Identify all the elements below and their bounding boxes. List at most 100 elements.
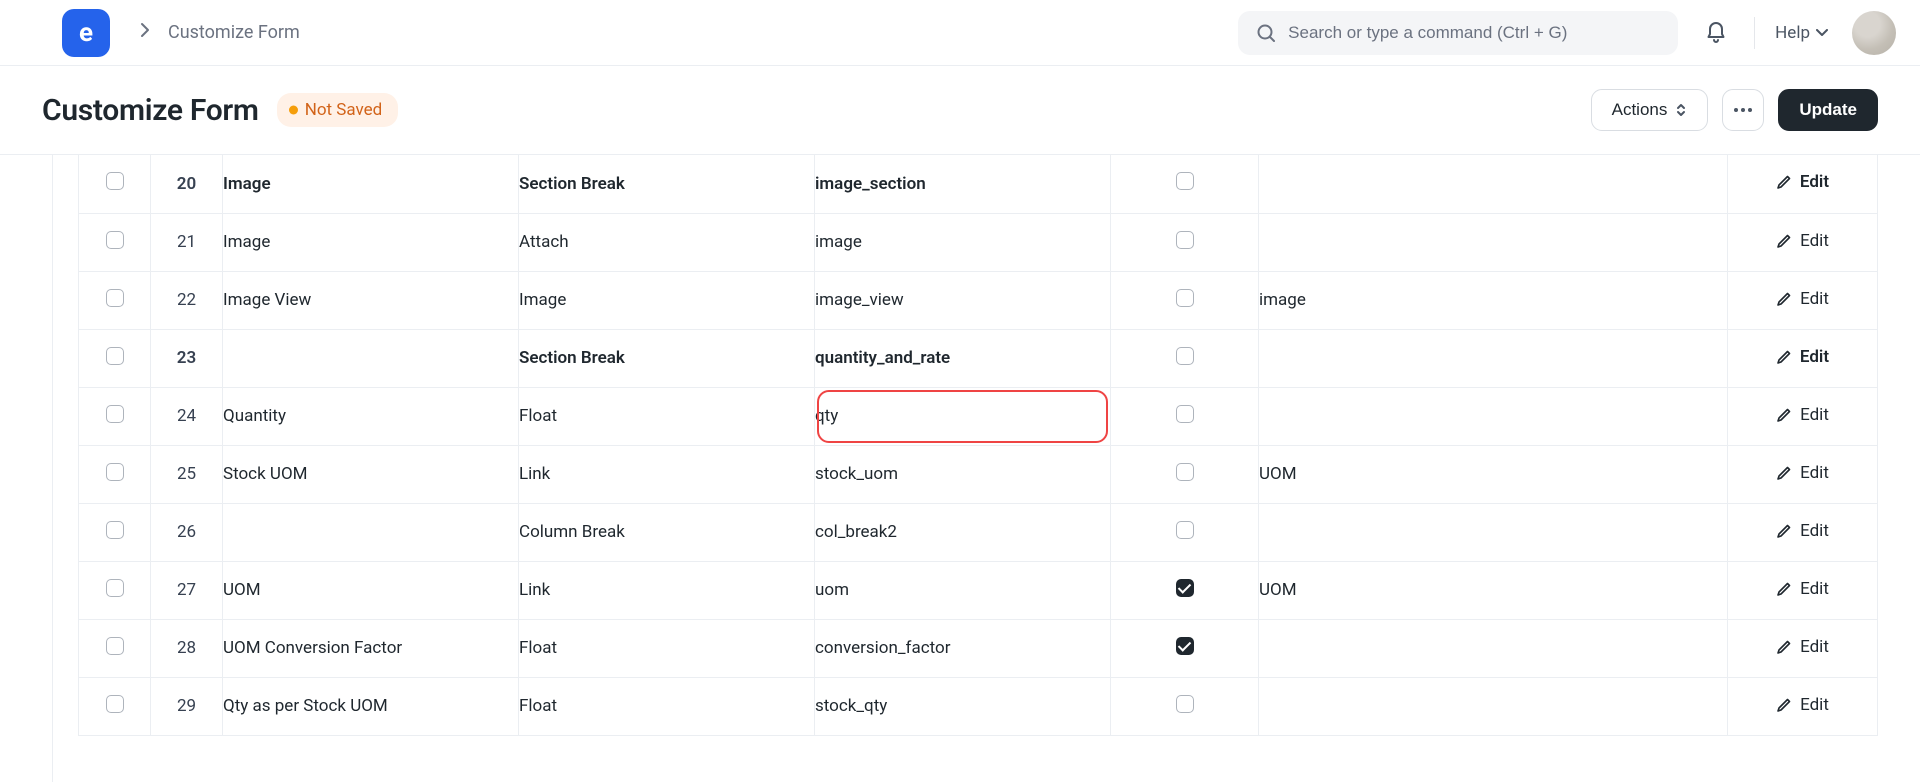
actions-menu[interactable]: Actions bbox=[1591, 89, 1709, 131]
row-fieldtype: Section Break bbox=[519, 329, 815, 387]
row-select-checkbox[interactable] bbox=[106, 289, 124, 307]
pencil-icon bbox=[1776, 233, 1792, 249]
row-select-checkbox[interactable] bbox=[106, 637, 124, 655]
row-fieldtype: Image bbox=[519, 271, 815, 329]
row-options bbox=[1259, 155, 1728, 213]
row-fieldtype: Float bbox=[519, 677, 815, 735]
row-edit-button[interactable]: Edit bbox=[1776, 289, 1829, 309]
row-label: Qty as per Stock UOM bbox=[223, 677, 519, 735]
highlight-ring bbox=[817, 390, 1108, 443]
row-fieldname: qty bbox=[815, 387, 1111, 445]
edit-label: Edit bbox=[1800, 637, 1829, 657]
table-row[interactable]: 23 Section Breakquantity_and_rate Edit bbox=[79, 329, 1878, 387]
pencil-icon bbox=[1776, 639, 1792, 655]
table-row[interactable]: 26Column Breakcol_break2Edit bbox=[79, 503, 1878, 561]
row-fieldname: col_break2 bbox=[815, 503, 1111, 561]
status-badge: Not Saved bbox=[277, 93, 399, 127]
row-edit-button[interactable]: Edit bbox=[1776, 521, 1829, 541]
row-edit-button[interactable]: Edit bbox=[1776, 637, 1829, 657]
row-flag-checkbox[interactable] bbox=[1176, 637, 1194, 655]
help-menu[interactable]: Help bbox=[1775, 23, 1828, 43]
row-edit-button[interactable]: Edit bbox=[1776, 347, 1829, 367]
row-flag-checkbox[interactable] bbox=[1176, 347, 1194, 365]
row-index: 29 bbox=[151, 677, 223, 735]
avatar[interactable] bbox=[1852, 11, 1896, 55]
breadcrumb[interactable]: Customize Form bbox=[168, 22, 300, 43]
app-logo[interactable]: e bbox=[62, 9, 110, 57]
tree-gutter bbox=[52, 155, 53, 782]
row-label: Image View bbox=[223, 271, 519, 329]
row-label: Image bbox=[223, 155, 519, 213]
table-row[interactable]: 29Qty as per Stock UOMFloatstock_qty Edit bbox=[79, 677, 1878, 735]
table-row[interactable]: 20ImageSection Breakimage_sectionEdit bbox=[79, 155, 1878, 213]
row-options bbox=[1259, 619, 1728, 677]
edit-label: Edit bbox=[1800, 463, 1829, 483]
row-edit-button[interactable]: Edit bbox=[1776, 172, 1829, 192]
appbar-divider bbox=[1754, 17, 1755, 49]
edit-label: Edit bbox=[1800, 347, 1829, 367]
search-icon bbox=[1256, 23, 1276, 43]
edit-label: Edit bbox=[1800, 579, 1829, 599]
global-search[interactable] bbox=[1238, 11, 1678, 55]
row-flag-checkbox[interactable] bbox=[1176, 231, 1194, 249]
row-edit-button[interactable]: Edit bbox=[1776, 579, 1829, 599]
row-select-checkbox[interactable] bbox=[106, 463, 124, 481]
row-fieldtype: Column Break bbox=[519, 503, 815, 561]
row-fieldname: quantity_and_rate bbox=[815, 329, 1111, 387]
pencil-icon bbox=[1776, 349, 1792, 365]
row-flag-checkbox[interactable] bbox=[1176, 521, 1194, 539]
row-edit-button[interactable]: Edit bbox=[1776, 405, 1829, 425]
table-row[interactable]: 25Stock UOMLinkstock_uomUOMEdit bbox=[79, 445, 1878, 503]
row-fieldtype: Link bbox=[519, 445, 815, 503]
actions-label: Actions bbox=[1612, 100, 1668, 120]
table-row[interactable]: 22Image ViewImageimage_viewimageEdit bbox=[79, 271, 1878, 329]
fields-table-wrap: 20ImageSection Breakimage_sectionEdit21I… bbox=[0, 155, 1920, 736]
row-select-checkbox[interactable] bbox=[106, 231, 124, 249]
row-flag-checkbox[interactable] bbox=[1176, 579, 1194, 597]
row-label: Stock UOM bbox=[223, 445, 519, 503]
edit-label: Edit bbox=[1800, 289, 1829, 309]
row-flag-checkbox[interactable] bbox=[1176, 172, 1194, 190]
edit-label: Edit bbox=[1800, 405, 1829, 425]
row-fieldname: stock_qty bbox=[815, 677, 1111, 735]
row-label bbox=[223, 503, 519, 561]
row-select-checkbox[interactable] bbox=[106, 347, 124, 365]
row-edit-button[interactable]: Edit bbox=[1776, 695, 1829, 715]
update-button[interactable]: Update bbox=[1778, 89, 1878, 131]
pencil-icon bbox=[1776, 465, 1792, 481]
table-row[interactable]: 27UOMLinkuomUOMEdit bbox=[79, 561, 1878, 619]
row-index: 21 bbox=[151, 213, 223, 271]
row-select-checkbox[interactable] bbox=[106, 405, 124, 423]
row-label: UOM Conversion Factor bbox=[223, 619, 519, 677]
row-flag-checkbox[interactable] bbox=[1176, 695, 1194, 713]
table-row[interactable]: 24QuantityFloatqtyEdit bbox=[79, 387, 1878, 445]
row-select-checkbox[interactable] bbox=[106, 172, 124, 190]
row-options bbox=[1259, 213, 1728, 271]
row-fieldname: uom bbox=[815, 561, 1111, 619]
row-select-checkbox[interactable] bbox=[106, 695, 124, 713]
pencil-icon bbox=[1776, 697, 1792, 713]
row-fieldname: conversion_factor bbox=[815, 619, 1111, 677]
row-index: 23 bbox=[151, 329, 223, 387]
row-flag-checkbox[interactable] bbox=[1176, 405, 1194, 423]
row-index: 28 bbox=[151, 619, 223, 677]
search-input[interactable] bbox=[1288, 23, 1660, 43]
row-index: 24 bbox=[151, 387, 223, 445]
row-flag-checkbox[interactable] bbox=[1176, 289, 1194, 307]
update-label: Update bbox=[1799, 100, 1857, 120]
pencil-icon bbox=[1776, 291, 1792, 307]
row-index: 25 bbox=[151, 445, 223, 503]
table-row[interactable]: 21ImageAttachimageEdit bbox=[79, 213, 1878, 271]
row-edit-button[interactable]: Edit bbox=[1776, 231, 1829, 251]
fields-table: 20ImageSection Breakimage_sectionEdit21I… bbox=[78, 155, 1878, 736]
edit-label: Edit bbox=[1800, 695, 1829, 715]
row-flag-checkbox[interactable] bbox=[1176, 463, 1194, 481]
row-fieldtype: Float bbox=[519, 387, 815, 445]
notifications-button[interactable] bbox=[1698, 15, 1734, 51]
row-select-checkbox[interactable] bbox=[106, 521, 124, 539]
more-button[interactable] bbox=[1722, 89, 1764, 131]
row-options: image bbox=[1259, 271, 1728, 329]
table-row[interactable]: 28UOM Conversion FactorFloatconversion_f… bbox=[79, 619, 1878, 677]
row-select-checkbox[interactable] bbox=[106, 579, 124, 597]
row-edit-button[interactable]: Edit bbox=[1776, 463, 1829, 483]
